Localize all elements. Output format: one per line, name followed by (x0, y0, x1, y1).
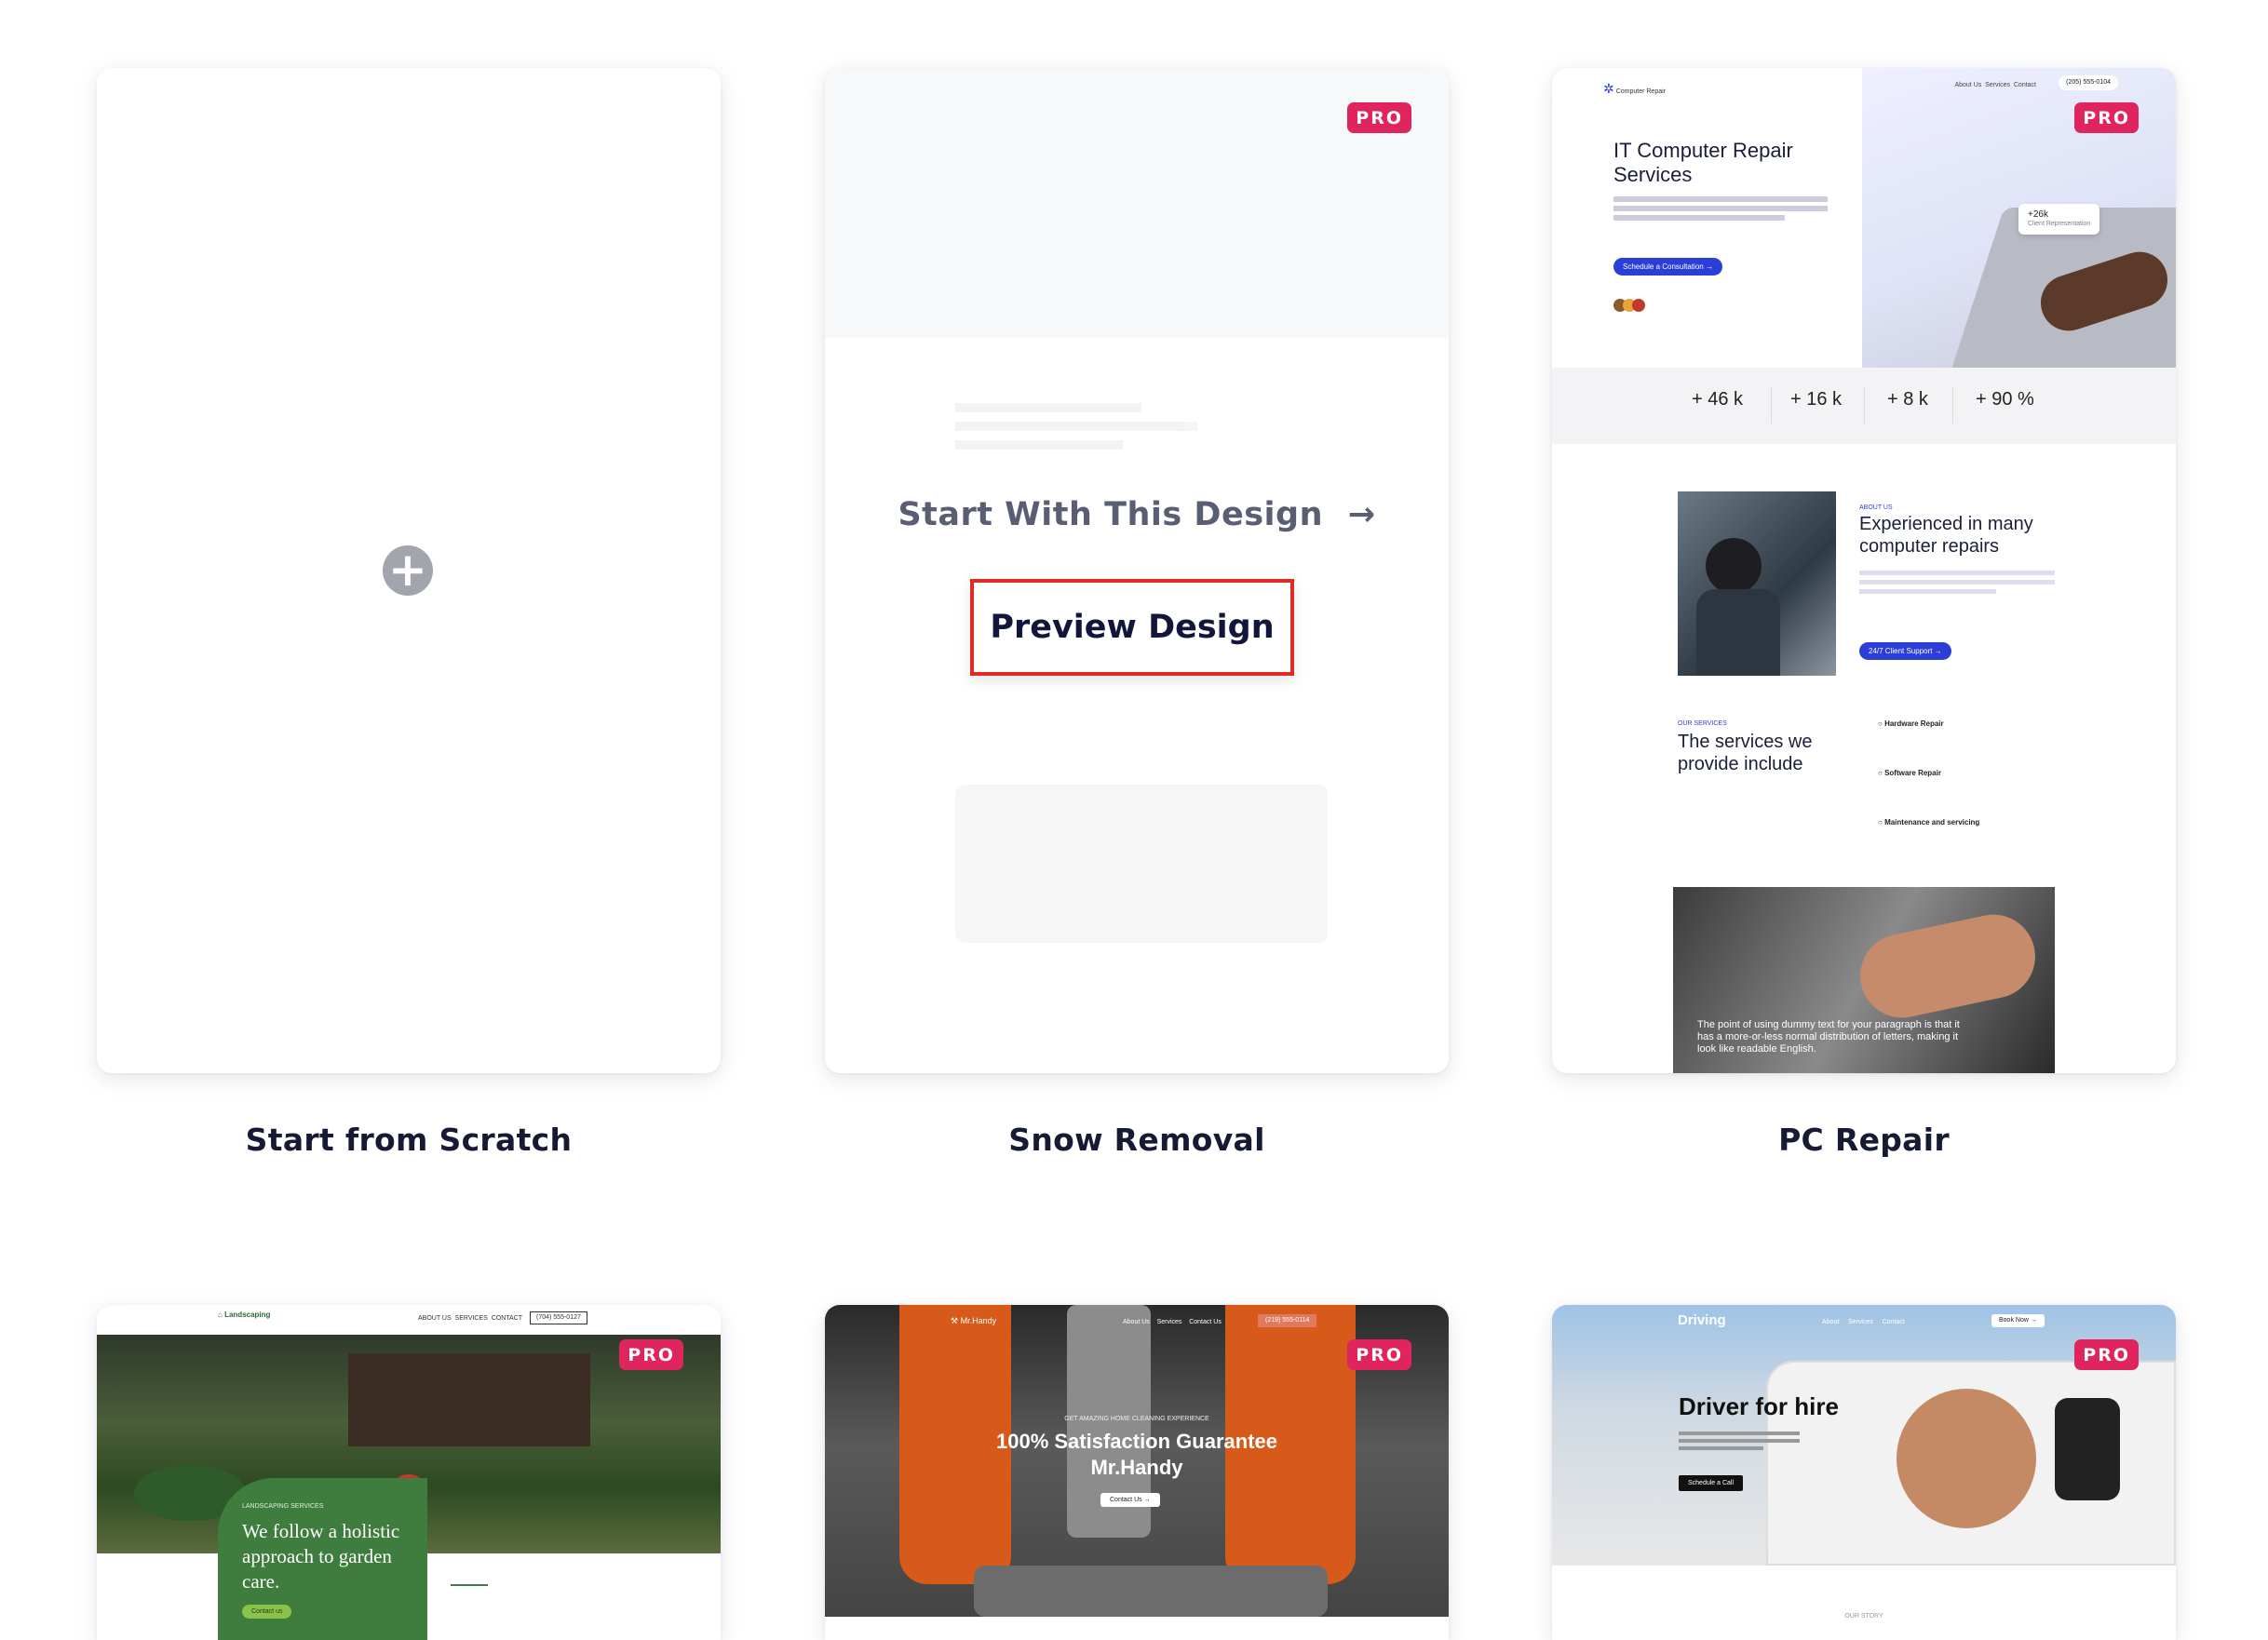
driving-nav: About Services Contact (1822, 1319, 1905, 1325)
pc-about-button: 24/7 Client Support → (1859, 642, 1951, 660)
snow-removal-card[interactable]: PRO Start With This Design → Preview Des… (825, 68, 1449, 1073)
driving-brand: Driving (1678, 1312, 1726, 1328)
landscaping-button: Contact us (242, 1605, 292, 1619)
driving-kicker: OUR STORY (1844, 1613, 1883, 1620)
pc-stat: + 8 k (1887, 389, 1928, 410)
pc-service-item: ○ Software Repair (1878, 769, 1941, 777)
landscaping-nav: ABOUT US SERVICES CONTACT (418, 1315, 523, 1322)
pc-services-kicker: OUR SERVICES (1678, 720, 1727, 727)
pc-hero-button: Schedule a Consultation → (1613, 258, 1722, 276)
driving-button: Schedule a Call (1679, 1475, 1744, 1491)
preview-design-button[interactable]: Preview Design (970, 579, 1294, 676)
pc-repair-card[interactable]: PRO ✲ Computer Repair IT Computer Repair… (1552, 68, 2176, 1073)
driving-card[interactable]: PRO Driving About Services Contact Book … (1552, 1305, 2176, 1640)
mrhandy-card[interactable]: PRO ⚒ Mr.Handy About Us Services Contact… (825, 1305, 1449, 1640)
start-from-scratch-card[interactable]: + (97, 68, 721, 1073)
gear-icon: ✲ (1603, 81, 1614, 96)
card-label-snow-removal: Snow Removal (1008, 1122, 1265, 1158)
landscaping-headline: We follow a holistic approach to garden … (242, 1520, 400, 1593)
mrhandy-button: Contact Us → (1100, 1493, 1160, 1507)
pc-about-text (1859, 566, 2055, 598)
mrhandy-headline: 100% Satisfaction Guarantee (995, 1430, 1277, 1453)
pro-badge: PRO (2074, 102, 2139, 133)
pc-brand: ✲ Computer Repair (1603, 81, 1666, 96)
pro-badge: PRO (1347, 1339, 1411, 1370)
landscaping-kicker: LANDSCAPING SERVICES (242, 1503, 324, 1510)
mrhandy-nav: About Us Services Contact Us (1123, 1319, 1222, 1325)
pc-stat: + 46 k (1692, 389, 1744, 410)
pc-about-photo (1678, 491, 1836, 676)
pc-stat: + 16 k (1790, 389, 1843, 410)
card-label-start-from-scratch: Start from Scratch (245, 1122, 573, 1158)
pro-badge: PRO (1347, 102, 1411, 133)
pc-stat: + 90 % (1976, 389, 2034, 410)
arrow-right-icon: → (1347, 496, 1376, 533)
pc-phone: (205) 555-0104 (2059, 75, 2118, 90)
driving-book-button: Book Now → (1991, 1314, 2045, 1327)
pc-nav: About Us Services Contact (1954, 82, 2036, 88)
snow-removal-thumbnail (825, 68, 1449, 1073)
card-label-pc-repair: PC Repair (1778, 1122, 1950, 1158)
mrhandy-headline-brand: Mr.Handy (1090, 1456, 1183, 1479)
pc-about-title: Experienced in many computer repairs (1859, 514, 2033, 557)
house-icon: ⌂ (218, 1311, 223, 1319)
driving-text (1679, 1428, 1800, 1454)
landscaping-hero-panel: LANDSCAPING SERVICES We follow a holisti… (218, 1478, 427, 1640)
landscaping-phone: (704) 555-0127 (530, 1311, 587, 1324)
pro-badge: PRO (619, 1339, 683, 1370)
pro-badge: PRO (2074, 1339, 2139, 1370)
plus-icon[interactable]: + (383, 545, 433, 596)
pc-hero-text (1613, 193, 1828, 224)
pc-hero-title: IT Computer Repair Services (1613, 139, 1793, 186)
mrhandy-brand: ⚒ Mr.Handy (951, 1316, 997, 1325)
driving-headline: Driver for hire (1679, 1392, 1839, 1420)
pc-services-title: The services we provide include (1678, 732, 1813, 774)
pc-bottom-photo: The point of using dummy text for your p… (1673, 887, 2055, 1073)
mrhandy-phone: (219) 555-0114 (1258, 1314, 1317, 1327)
start-with-this-design-button[interactable]: Start With This Design → (825, 496, 1449, 533)
pc-stats-bar: + 46 k + 16 k + 8 k + 90 % (1552, 368, 2176, 444)
pc-client-badge: +26k Client Representation (2018, 204, 2100, 235)
pc-about-kicker: ABOUT US (1859, 504, 1893, 511)
landscaping-card[interactable]: PRO ⌂ Landscaping ABOUT US SERVICES CONT… (97, 1305, 721, 1640)
mrhandy-kicker: GET AMAZING HOME CLEANING EXPERIENCE (1064, 1416, 1209, 1422)
pc-avatars (1613, 299, 1645, 316)
landscaping-brand: ⌂ Landscaping (218, 1311, 271, 1319)
pc-service-item: ○ Maintenance and servicing (1878, 818, 1980, 827)
start-with-this-design-label: Start With This Design (898, 496, 1324, 533)
pc-service-item: ○ Hardware Repair (1878, 719, 1944, 728)
hammer-icon: ⚒ (951, 1316, 959, 1325)
pc-quote: The point of using dummy text for your p… (1697, 1019, 1960, 1055)
